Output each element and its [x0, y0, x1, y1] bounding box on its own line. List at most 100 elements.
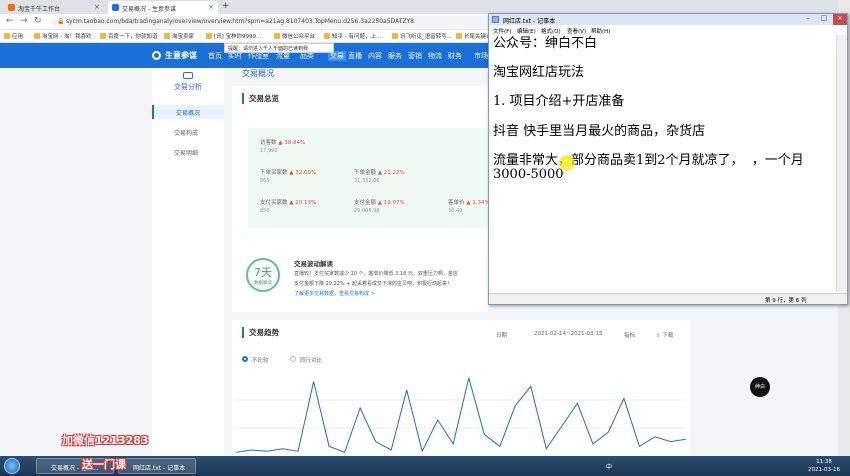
- tab-trade-overview[interactable]: 交易概况 - 生意参谋 ×: [108, 1, 218, 14]
- sidebar-item-details[interactable]: 交易明细: [152, 145, 224, 159]
- nav-marketing[interactable]: 营销: [408, 51, 422, 61]
- clock[interactable]: 11:38 2021-03-16: [808, 458, 840, 474]
- start-button[interactable]: [4, 458, 20, 474]
- avatar: 绅白: [750, 377, 770, 397]
- notepad-textarea[interactable]: 公众号：绅白不白 淘宝网红店玩法 1. 项目介绍+开店准备 抖音 快手里当月最火…: [493, 36, 835, 290]
- tab-label: 交易概况 - 生意参谋: [122, 6, 176, 13]
- tab-bar: 淘宝千牛工作台 × 交易概况 - 生意参谋 × +: [0, 0, 850, 14]
- taskbar-app-notepad[interactable]: 网红店.txt - 记事本: [118, 458, 196, 474]
- bookmark-item[interactable]: 淘宝卖家: [164, 32, 194, 40]
- metric-value: 856: [260, 208, 270, 214]
- sidebar-item-composition[interactable]: 交易构成: [152, 125, 224, 139]
- menu-edit[interactable]: 编辑(E): [517, 27, 536, 35]
- notepad-statusbar: 第 9 行，第 6 列: [489, 293, 847, 304]
- nav-live[interactable]: 直播: [348, 51, 362, 61]
- sidebar-item-overview[interactable]: 交易概况: [152, 105, 224, 119]
- brand-logo-icon: [152, 51, 161, 60]
- date-range[interactable]: 2021-02-14~2021-03-15: [534, 331, 603, 337]
- clock-date: 2021-03-16: [808, 467, 840, 473]
- tab-favicon: [8, 4, 15, 11]
- notepad-scrollbar[interactable]: [836, 35, 847, 292]
- arrow-up-icon: ▲: [377, 200, 382, 206]
- metric-visitors: 访客数 ▲ 38.84% 17,990: [260, 138, 305, 154]
- trend-title: 交易趋势: [242, 327, 279, 338]
- taskbar: 交易概况 - 生意... 网红店.txt - 记事本 中 11:38 2021-…: [0, 456, 850, 476]
- metric-order-amount: 下单金额 ▲ 21.22% 31,332.06: [354, 168, 405, 184]
- bookmark-item[interactable]: 应用: [4, 32, 23, 40]
- forward-icon[interactable]: →: [20, 16, 28, 26]
- radio-peer-compare-label: 同行对比: [300, 358, 323, 364]
- metric-order-buyers: 下单买家数 ▲ 32.69% 865: [260, 168, 316, 184]
- close-icon[interactable]: ×: [208, 3, 214, 11]
- download-button[interactable]: ⇩ 下载: [656, 331, 673, 339]
- bookmark-item[interactable]: 淘宝网 - 淘！我喜欢: [34, 32, 91, 40]
- nav-market[interactable]: 市场: [474, 51, 488, 61]
- arrow-up-icon: ▲: [289, 170, 294, 176]
- menu-view[interactable]: 查看(V): [567, 27, 586, 35]
- maximize-icon[interactable]: □: [817, 14, 831, 25]
- trend-line: [236, 377, 686, 454]
- metric-label: 下单金额: [354, 170, 377, 176]
- reload-icon[interactable]: ↻: [34, 16, 42, 26]
- bookmark-item[interactable]: 微信公众平台: [274, 32, 315, 40]
- sidebar: 交易分析 交易概况 交易构成 交易明细: [152, 68, 224, 456]
- url-text: sycm.taobao.com/bda/tradinganaly/overvie…: [66, 18, 414, 25]
- new-tab-button[interactable]: +: [222, 1, 230, 11]
- menu-file[interactable]: 文件(F): [493, 27, 511, 35]
- download-label: 下载: [662, 333, 674, 339]
- minimize-icon[interactable]: –: [801, 14, 815, 25]
- nav-service[interactable]: 服务: [388, 51, 402, 61]
- watermark-text: 送一门课: [82, 458, 126, 471]
- ime-indicator[interactable]: 中: [606, 462, 612, 471]
- indicator-select[interactable]: 指标: [624, 331, 635, 339]
- radio-no-compare[interactable]: [242, 356, 248, 362]
- back-icon[interactable]: ←: [6, 16, 14, 26]
- tab-favicon: [112, 4, 119, 11]
- period-select[interactable]: 日期: [496, 331, 507, 339]
- arrow-up-icon: ▲: [377, 170, 382, 176]
- radio-peer-compare[interactable]: [290, 356, 296, 362]
- metric-label: 支付金额: [354, 200, 377, 206]
- metric-value: 865: [260, 178, 270, 184]
- badge-number: 7天: [254, 266, 272, 279]
- bookmark-item[interactable]: 讯飞听见_语音转写...: [392, 32, 452, 40]
- metric-change: 21.22%: [383, 170, 405, 176]
- brand-name: 生意参谋: [165, 51, 197, 60]
- overview-title: 交易总览: [242, 93, 279, 104]
- clock-time: 11:38: [816, 459, 832, 465]
- diagnosis-line: 支付金额下降 20.22% + 起采着看成交下滑的宝贝吧，积极行动起来！: [294, 281, 453, 287]
- trend-chart: [236, 377, 686, 454]
- sidebar-title: 交易分析: [174, 83, 202, 91]
- radio-no-compare-label: 不比较: [252, 358, 269, 364]
- notepad-titlebar: 网红店.txt - 记事本 – □ ×: [489, 14, 847, 25]
- menu-help[interactable]: 帮助(H): [591, 27, 610, 35]
- nav-finance[interactable]: 财务: [448, 51, 462, 61]
- metric-pay-buyers: 支付买家数 ▲ 20.13% 856: [260, 198, 316, 214]
- bookmark-item[interactable]: [讯] 宝林你9999...: [206, 32, 261, 40]
- bookmark-item[interactable]: 百度一下，你就知道: [100, 32, 158, 40]
- nav-logistics[interactable]: 物流: [428, 51, 442, 61]
- metric-label: 访客数: [260, 140, 277, 146]
- metric-label: 下单买家数: [260, 170, 288, 176]
- menu-format[interactable]: 格式(O): [541, 27, 561, 35]
- nav-content[interactable]: 内容: [368, 51, 382, 61]
- metric-pay-amount: 支付金额 ▲ 19.07% 29,008.98: [354, 198, 405, 214]
- trade-icon: [183, 72, 193, 79]
- bookmark-item[interactable]: 知乎 - 有问题，上...: [324, 32, 381, 40]
- trade-composition-link[interactable]: 了解更多交易数据，查看交易构成 >: [294, 290, 375, 297]
- seven-day-badge: 7天 数据解读: [246, 258, 280, 292]
- page-title: 交易概况: [242, 69, 274, 78]
- metric-unit-price: 客单价 ▲ 1.34% 30.40: [448, 198, 490, 214]
- badge-label: 数据解读: [254, 281, 272, 286]
- metric-change: 38.84%: [284, 140, 306, 146]
- bookmark-item[interactable]: 长尾关键词: [456, 32, 492, 40]
- metric-change: 19.07%: [383, 200, 405, 206]
- nav-home[interactable]: 首页: [208, 51, 222, 61]
- url-input[interactable]: 🔒 sycm.taobao.com/bda/tradinganaly/overv…: [52, 16, 492, 28]
- watermark-text: 加微信1213283: [62, 434, 149, 447]
- close-icon[interactable]: ×: [833, 14, 847, 25]
- metric-label: 客单价: [448, 200, 465, 206]
- close-icon[interactable]: ×: [94, 3, 100, 11]
- metric-label: 支付买家数: [260, 200, 288, 206]
- tab-qianniu[interactable]: 淘宝千牛工作台 ×: [4, 1, 104, 14]
